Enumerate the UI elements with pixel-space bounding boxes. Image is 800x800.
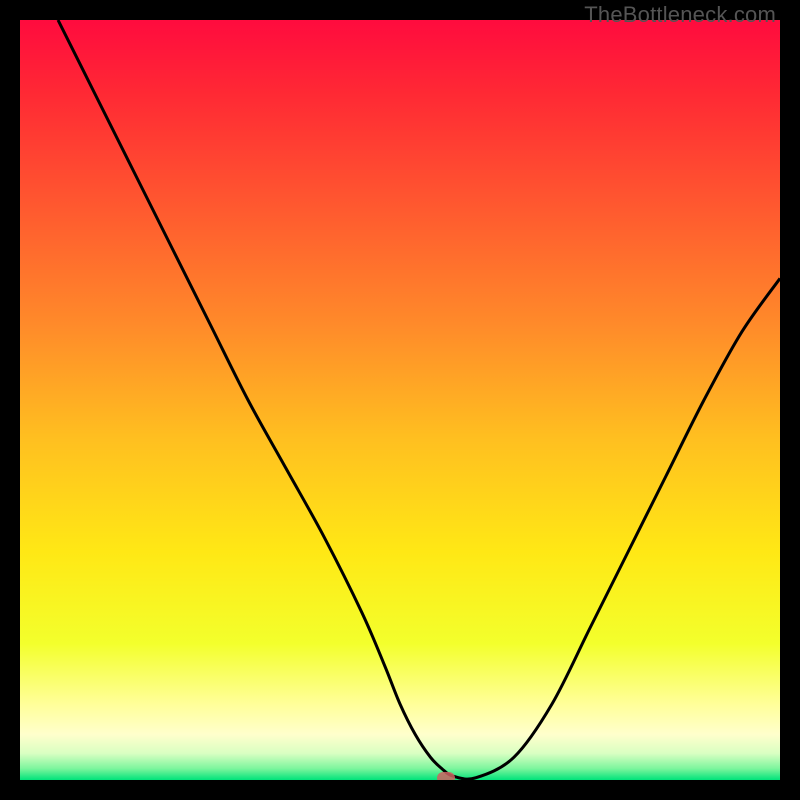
chart-frame: TheBottleneck.com (0, 0, 800, 800)
min-marker (437, 772, 455, 780)
plot-area (20, 20, 780, 780)
bottleneck-curve (58, 20, 780, 779)
watermark-text: TheBottleneck.com (584, 2, 776, 28)
curve-layer (20, 20, 780, 780)
